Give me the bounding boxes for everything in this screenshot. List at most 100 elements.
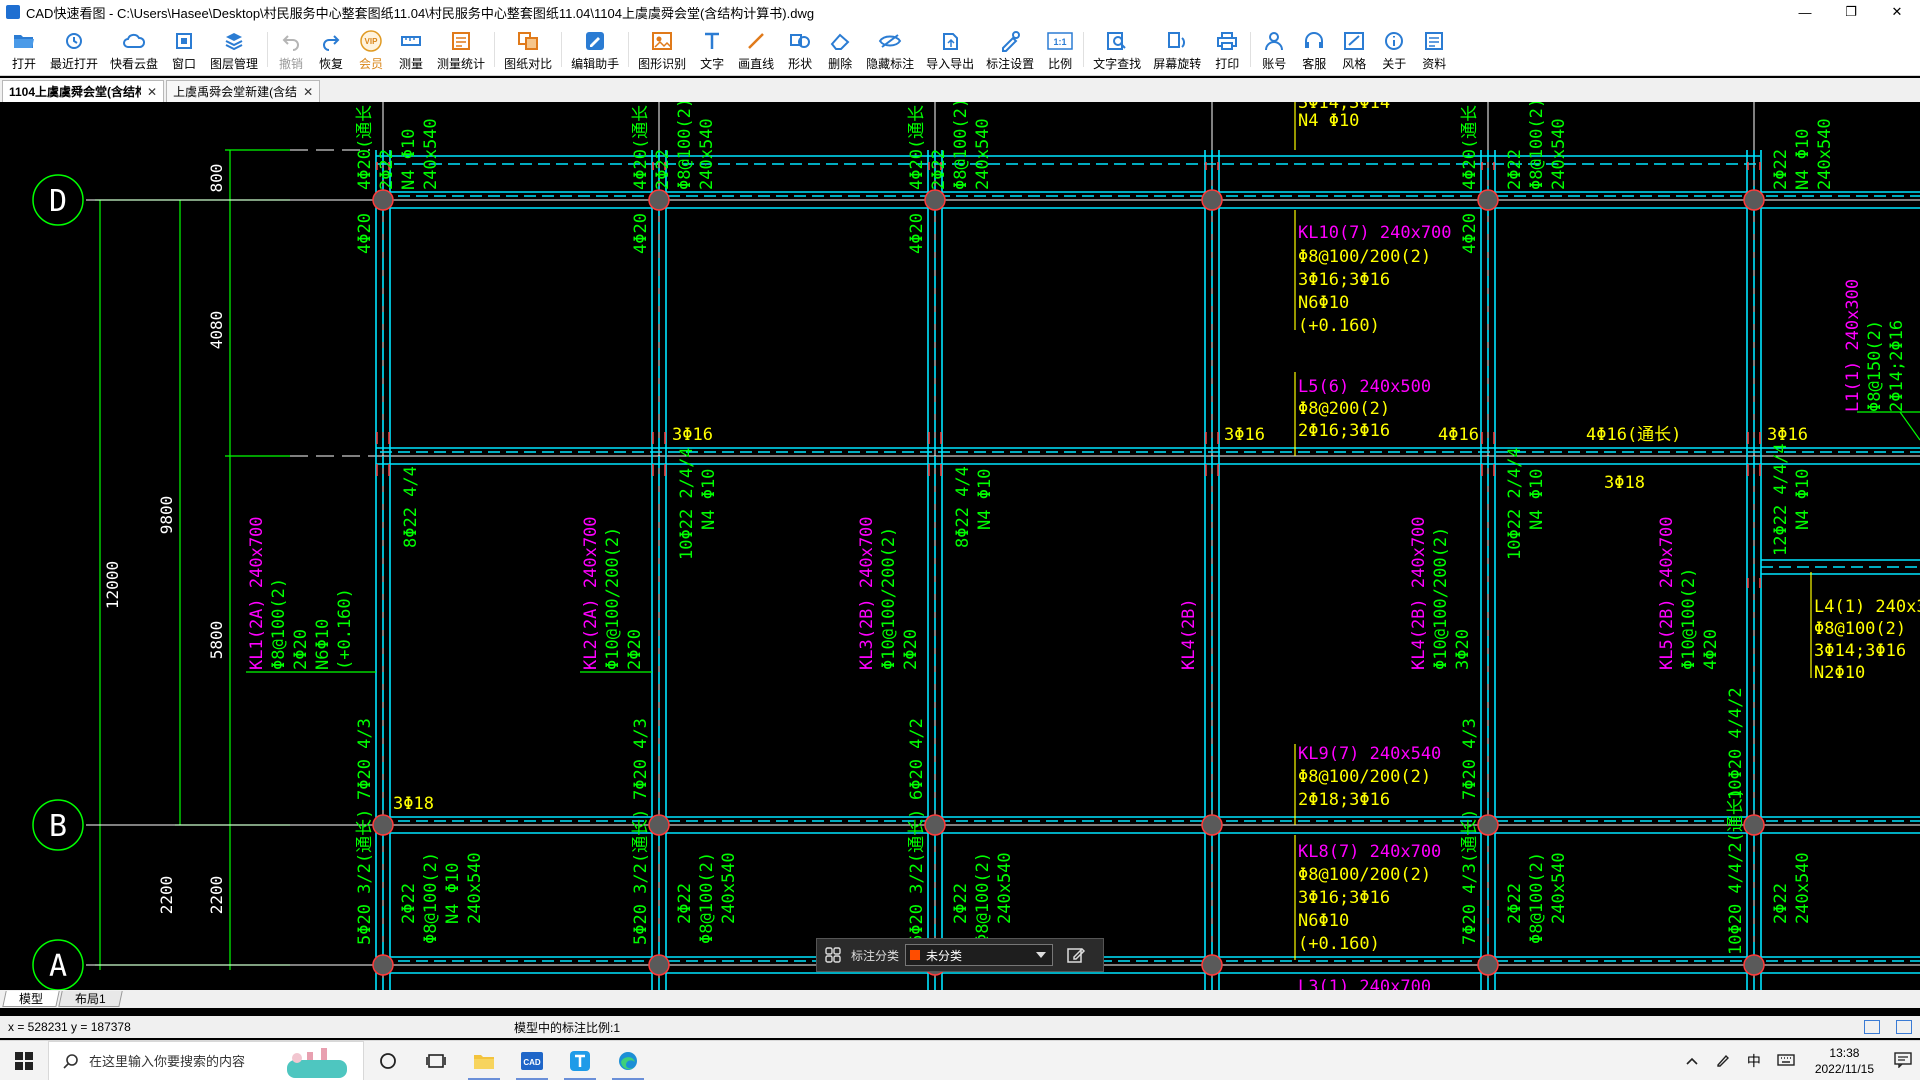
tab-close-icon[interactable]: ✕ [147, 85, 157, 99]
label-n4-mid-c: N4 Φ10 [1527, 469, 1547, 530]
label-l5-stirrup: Φ8@200(2) [1298, 399, 1390, 419]
label-240-a: 240x540 [465, 852, 485, 924]
screen-rotate-button[interactable]: 屏幕旋转 [1147, 24, 1207, 76]
space-tabs: 模型 布局1 [0, 990, 1920, 1008]
vip-icon: VIP [360, 29, 382, 52]
dim-9800: 9800 [157, 496, 176, 535]
compare-button[interactable]: 图纸对比 [498, 24, 558, 76]
label-top-4phi20-b: 4Φ20(通长) [631, 102, 651, 190]
fullscreen-icon[interactable] [1896, 1020, 1912, 1034]
label-kl8-elev: (+0.160) [1298, 934, 1380, 954]
folder-icon [14, 34, 34, 48]
edge-browser-icon[interactable] [604, 1041, 652, 1080]
about-button[interactable]: 关于 [1374, 24, 1414, 76]
label-kl10-stirrup: Φ8@100/200(2) [1298, 247, 1431, 267]
axis-label-d: D [49, 184, 67, 219]
label-kl1-elev: (+0.160) [335, 588, 355, 670]
recent-button[interactable]: 最近打开 [44, 24, 104, 76]
file-explorer-icon[interactable] [460, 1041, 508, 1080]
measure-button[interactable]: 测量 [391, 24, 431, 76]
annotation-category-select[interactable]: 未分类 [905, 944, 1054, 966]
windows-start-icon[interactable] [0, 1041, 48, 1080]
cloud-icon [123, 33, 146, 48]
annotation-settings-button[interactable]: 标注设置 [980, 24, 1040, 76]
account-button[interactable]: 账号 [1254, 24, 1294, 76]
undo-button[interactable]: 撤销 [271, 24, 311, 76]
scale-label: 比例 [1048, 56, 1073, 71]
text-search-button[interactable]: 文字查找 [1087, 24, 1147, 76]
label-6phi20: 6Φ20 4/2 [907, 718, 927, 800]
edit-icon[interactable] [1065, 944, 1087, 966]
dim-5800: 5800 [207, 621, 226, 660]
ime-indicator[interactable]: 中 [1739, 1051, 1769, 1071]
label-n4-mid-a: N4 Φ10 [699, 469, 719, 530]
chevron-up-icon[interactable] [1677, 1053, 1707, 1069]
app-icon [6, 5, 20, 19]
label-kl9-name: KL9(7) 240x540 [1298, 744, 1441, 764]
tab-close-icon[interactable]: ✕ [303, 85, 313, 99]
document-tab[interactable]: 上虞禹舜会堂新建(含结构计算书) ✕ [166, 80, 321, 102]
drawing-canvas[interactable]: .g { fill: #00ff00; font-family: "DejaVu… [0, 102, 1920, 990]
tab-layout1[interactable]: 布局1 [58, 991, 123, 1007]
task-view-icon[interactable] [364, 1041, 412, 1080]
resources-button[interactable]: 资料 [1414, 24, 1454, 76]
printer-icon [1217, 31, 1238, 50]
label-top-n4-a: N4 Φ10 [399, 129, 419, 190]
service-button[interactable]: 客服 [1294, 24, 1334, 76]
line-button[interactable]: 画直线 [732, 24, 780, 76]
line-icon [748, 32, 764, 49]
label-7phi20-a: 7Φ20 4/3 [355, 718, 375, 800]
axis-bubble-b: B [32, 799, 84, 851]
close-button[interactable]: ✕ [1874, 0, 1920, 24]
redo-button[interactable]: 恢复 [311, 24, 351, 76]
label-n4-mid-d: N4 Φ10 [1793, 469, 1813, 530]
layers-button[interactable]: 图层管理 [204, 24, 264, 76]
vip-button[interactable]: VIP 会员 [351, 24, 391, 76]
text-app-icon[interactable] [556, 1041, 604, 1080]
label-kl4: KL4(2B) [1179, 598, 1199, 670]
label-l1-rebar: 2Φ14;2Φ16 [1887, 320, 1907, 412]
taskbar-search[interactable]: 在这里输入你要搜索的内容 [48, 1040, 364, 1080]
shape-button[interactable]: 形状 [780, 24, 820, 76]
taskbar-clock[interactable]: 13:38 2022/11/15 [1803, 1045, 1886, 1077]
edit-assistant-button[interactable]: 编辑助手 [565, 24, 625, 76]
label-kl2-rebar: 2Φ20 [625, 629, 645, 670]
search-icon [63, 1053, 78, 1069]
notification-icon[interactable] [1886, 1051, 1920, 1071]
window-label: 窗口 [172, 56, 197, 71]
tab-model[interactable]: 模型 [2, 991, 60, 1007]
window-button[interactable]: 窗口 [164, 24, 204, 76]
label-kl4b-name: KL4(2B) 240x700 [1409, 516, 1429, 670]
text-button[interactable]: 文字 [692, 24, 732, 76]
maximize-button[interactable]: ❐ [1828, 0, 1874, 24]
label-kl5-rebar: 4Φ20 [1701, 629, 1721, 670]
style-button[interactable]: 风格 [1334, 24, 1374, 76]
measure-stats-button[interactable]: 测量统计 [431, 24, 491, 76]
shape-recognition-icon [652, 31, 673, 50]
scale-button[interactable]: 1:1 比例 [1040, 24, 1080, 76]
label-2phi22-d: 2Φ22 [1505, 883, 1525, 924]
import-export-button[interactable]: 导入导出 [920, 24, 980, 76]
cloud-button[interactable]: 快看云盘 [104, 24, 164, 76]
label-kl4b-stirrup: Φ10@100/200(2) [1431, 527, 1451, 670]
minimize-button[interactable]: — [1782, 0, 1828, 24]
grid-icon[interactable] [823, 945, 843, 965]
shape-recognition-button[interactable]: 图形识别 [632, 24, 692, 76]
print-button[interactable]: 打印 [1207, 24, 1247, 76]
cloud-label: 快看云盘 [110, 56, 159, 71]
about-label: 关于 [1382, 56, 1407, 71]
keyboard-icon[interactable] [1769, 1053, 1803, 1070]
cad-viewer-taskbar-icon[interactable]: CAD [508, 1041, 556, 1080]
open-button[interactable]: 打开 [4, 24, 44, 76]
chevron-down-icon [1036, 952, 1047, 958]
delete-button[interactable]: 删除 [820, 24, 860, 76]
document-tab-active[interactable]: 1104上虞虞舜会堂(含结构计算书) ✕ [2, 80, 165, 102]
label-l1-name: L1(1) 240x300 [1843, 279, 1863, 412]
snap-toggle-icon[interactable] [1864, 1020, 1880, 1034]
annotation-category-label: 标注分类 [851, 948, 900, 963]
pen-input-icon[interactable] [1707, 1052, 1739, 1071]
label-8phi22-a: 8Φ22 4/4 [401, 466, 421, 548]
widgets-icon[interactable] [412, 1041, 460, 1080]
hide-annotations-button[interactable]: 隐藏标注 [860, 24, 920, 76]
label-4phi20-a: 4Φ20 [355, 213, 375, 254]
